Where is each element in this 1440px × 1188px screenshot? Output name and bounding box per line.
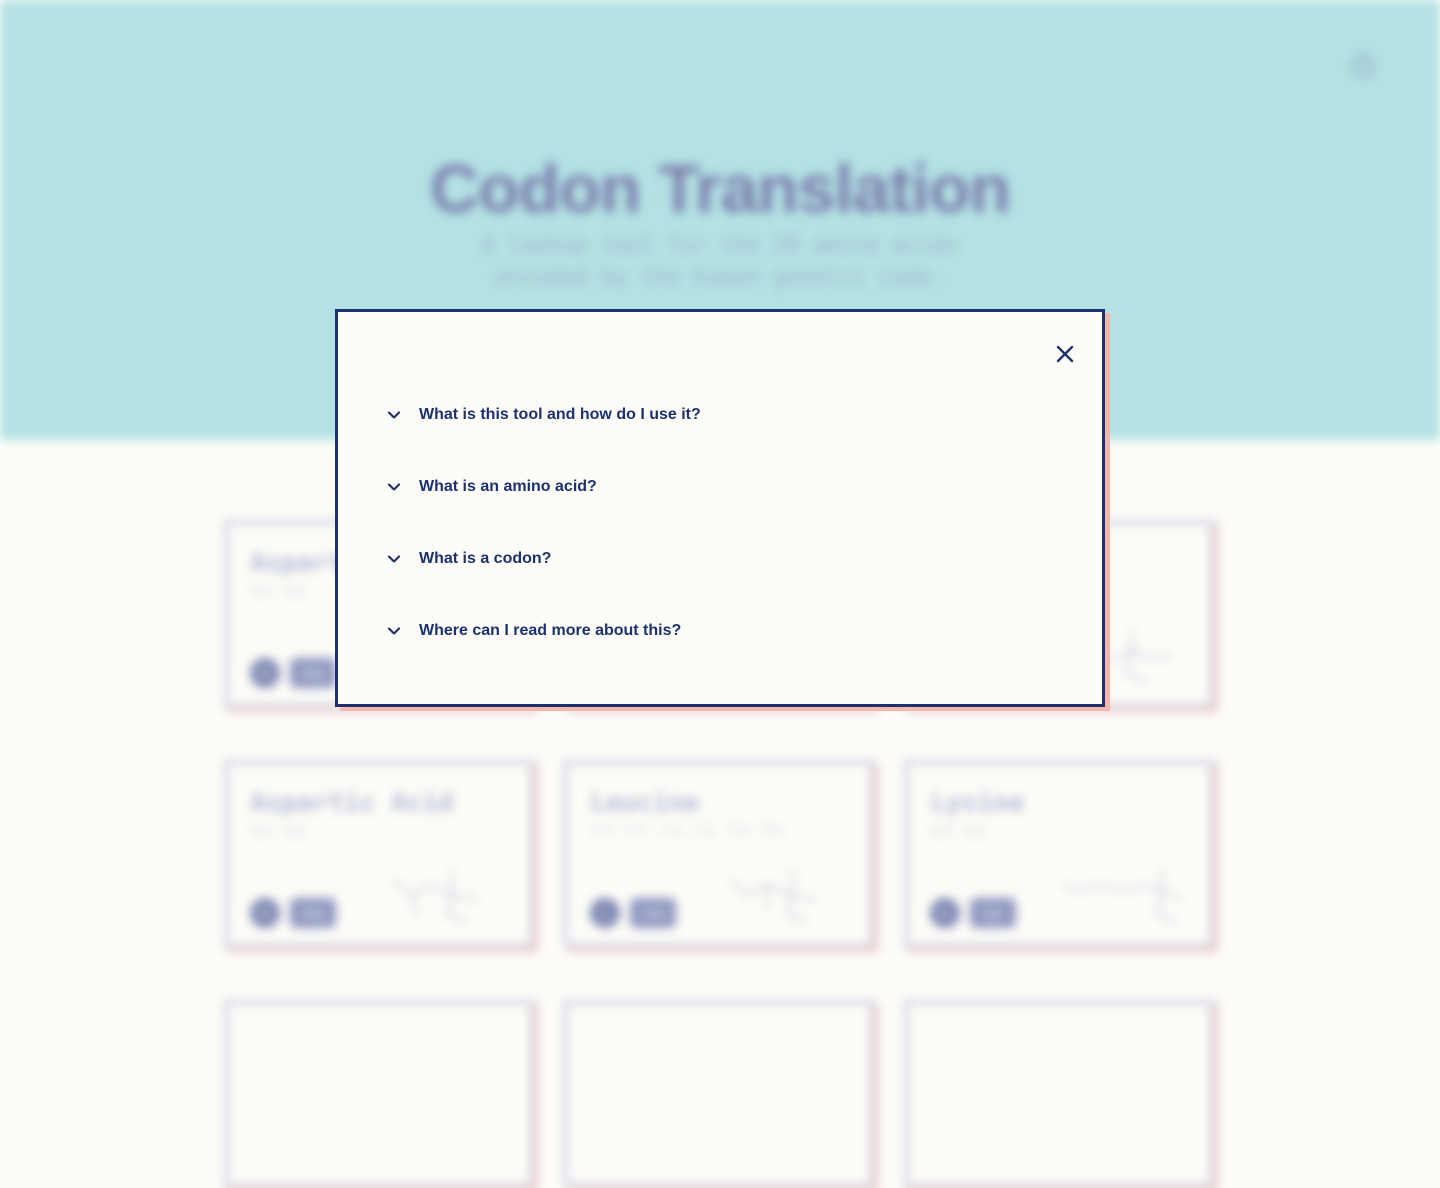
card-name: Leucine xyxy=(590,788,700,818)
help-button[interactable]: ? xyxy=(1352,55,1374,77)
card-codons: CTT CTC CTA CTG TTA TTG xyxy=(590,824,784,840)
card-letter-badge: K xyxy=(930,898,960,928)
card-codons: GAT GAC xyxy=(250,584,310,600)
card-codons: GAT GAC xyxy=(250,824,310,840)
card-name: Lysine xyxy=(930,788,1024,818)
card-abbr-badge: Asp xyxy=(290,898,336,928)
faq-question: Where can I read more about this? xyxy=(419,622,682,639)
card-codons: AAT AAC xyxy=(930,824,990,840)
card-letter-badge: L xyxy=(590,898,620,928)
faq-item[interactable]: What is this tool and how do I use it? xyxy=(386,401,701,429)
chevron-down-icon xyxy=(387,627,401,635)
card-name: Aspartic Acid xyxy=(250,788,454,818)
faq-question: What is a codon? xyxy=(419,550,552,567)
amino-acid-card[interactable]: Aspartic Acid GAT GAC D Asp xyxy=(224,760,534,948)
faq-item[interactable]: What is a codon? xyxy=(386,545,551,573)
amino-acid-card[interactable]: Leucine CTT CTC CTA CTG TTA TTG L Leu xyxy=(564,760,874,948)
faq-question: What is this tool and how do I use it? xyxy=(419,406,701,423)
chevron-down-icon xyxy=(387,555,401,563)
chevron-down-icon xyxy=(387,483,401,491)
faq-item[interactable]: Where can I read more about this? xyxy=(386,617,681,645)
card-letter-badge: D xyxy=(250,898,280,928)
amino-acid-card[interactable]: Lysine AAT AAC K Lys xyxy=(904,760,1214,948)
molecule-structure-icon xyxy=(391,870,478,923)
chevron-down-icon xyxy=(387,411,401,419)
subtitle-line-1: A lookup tool for the 20 amino acids xyxy=(481,233,959,258)
page-subtitle: A lookup tool for the 20 amino acids enc… xyxy=(0,230,1440,294)
molecule-structure-icon xyxy=(731,870,818,923)
card-abbr-badge: Leu xyxy=(630,898,676,928)
faq-item[interactable]: What is an amino acid? xyxy=(386,473,597,501)
faq-question: What is an amino acid? xyxy=(419,478,597,495)
close-icon[interactable] xyxy=(1052,341,1078,367)
amino-acid-card[interactable] xyxy=(564,1000,874,1188)
amino-acid-card[interactable] xyxy=(224,1000,534,1188)
faq-modal: What is this tool and how do I use it? W… xyxy=(335,309,1105,707)
card-abbr-badge: Asp xyxy=(290,658,336,688)
page-title: Codon Translation xyxy=(430,151,1011,227)
molecule-structure-icon xyxy=(1062,868,1183,923)
subtitle-line-2: encoded by the human genetic code. xyxy=(494,265,946,290)
amino-acid-card[interactable] xyxy=(904,1000,1214,1188)
card-letter-badge: D xyxy=(250,658,280,688)
card-abbr-badge: Lys xyxy=(970,898,1016,928)
